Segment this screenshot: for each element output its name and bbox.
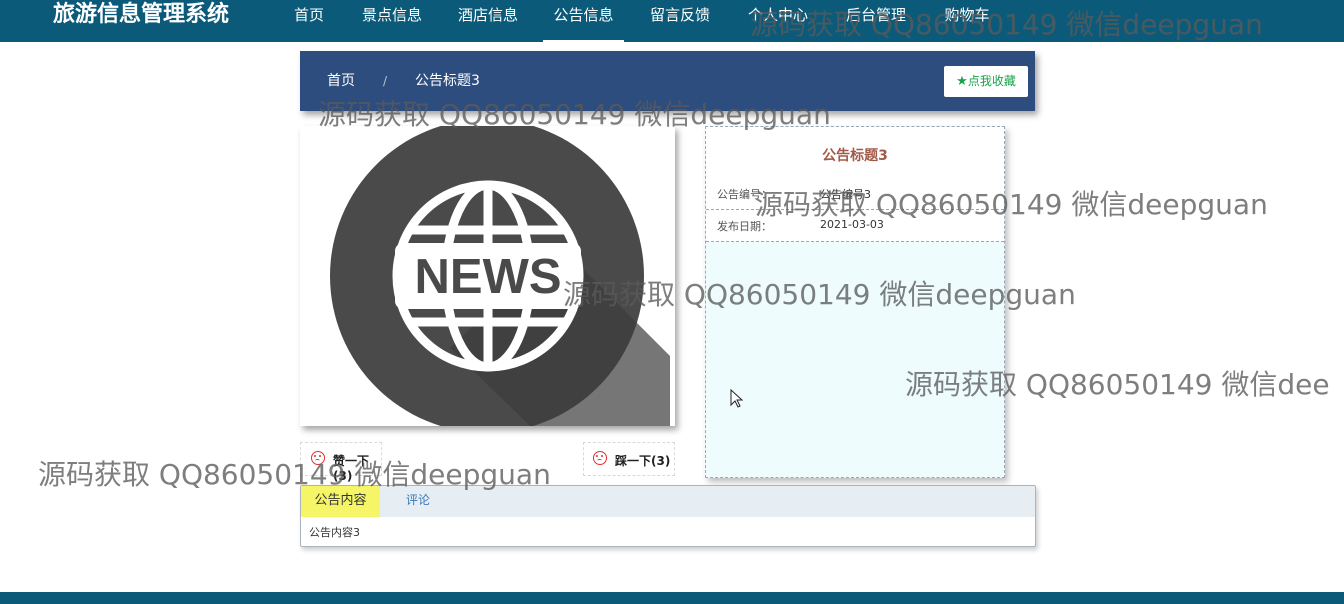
site-brand[interactable]: 旅游信息管理系统: [53, 0, 229, 30]
breadcrumb-separator: /: [383, 74, 388, 88]
announcement-info-panel: 公告标题3 公告编号： 公告编号3 发布日期： 2021-03-03: [705, 126, 1005, 478]
info-label: 公告编号：: [717, 188, 772, 201]
footer-bar: [0, 592, 1344, 604]
nav-item-hotels[interactable]: 酒店信息: [445, 0, 531, 42]
favorite-label: 点我收藏: [967, 74, 1016, 88]
info-label: 发布日期：: [717, 220, 772, 233]
smiley-icon: [311, 451, 325, 465]
top-navbar: 旅游信息管理系统 首页 景点信息 酒店信息 公告信息 留言反馈 个人中心 后台管…: [0, 0, 1344, 42]
favorite-button[interactable]: ★点我收藏: [944, 66, 1028, 97]
star-icon: ★: [956, 74, 968, 89]
info-row-date: 发布日期： 2021-03-03: [706, 210, 1004, 242]
info-value: 公告编号3: [820, 188, 871, 201]
nav-item-announcements[interactable]: 公告信息: [543, 0, 624, 42]
nav-item-profile[interactable]: 个人中心: [735, 0, 821, 42]
content-tabs-panel: 公告内容 评论 公告内容3: [300, 485, 1036, 547]
tab-announcement-content[interactable]: 公告内容: [301, 486, 380, 517]
dislike-button[interactable]: 踩一下(3): [583, 442, 675, 476]
nav-item-home[interactable]: 首页: [281, 0, 337, 42]
breadcrumb: 首页 / 公告标题3 ★点我收藏: [300, 51, 1035, 111]
info-row-number: 公告编号： 公告编号3: [706, 178, 1004, 210]
breadcrumb-current: 公告标题3: [415, 73, 480, 89]
nav-item-feedback[interactable]: 留言反馈: [637, 0, 723, 42]
announcement-content: 公告内容3: [309, 526, 360, 539]
news-text: NEWS: [415, 250, 562, 304]
dislike-label: 踩一下(3): [615, 454, 671, 468]
like-button[interactable]: 赞一下(3): [300, 442, 382, 483]
frown-icon: [593, 451, 607, 465]
announcement-image: NEWS: [300, 126, 675, 426]
nav-item-cart[interactable]: 购物车: [932, 0, 1002, 42]
tabs-bar: 公告内容 评论: [301, 486, 1035, 517]
info-header: 公告标题3 公告编号： 公告编号3 发布日期： 2021-03-03: [706, 127, 1004, 242]
nav-item-admin[interactable]: 后台管理: [833, 0, 919, 42]
announcement-title: 公告标题3: [822, 148, 888, 164]
tab-comments[interactable]: 评论: [395, 486, 441, 517]
nav-item-attractions[interactable]: 景点信息: [349, 0, 435, 42]
info-value: 2021-03-03: [820, 218, 884, 231]
mouse-cursor-icon: [730, 389, 744, 408]
news-globe-image: NEWS: [330, 126, 670, 426]
breadcrumb-home[interactable]: 首页: [327, 51, 355, 111]
like-label: 赞一下(3): [333, 454, 370, 483]
